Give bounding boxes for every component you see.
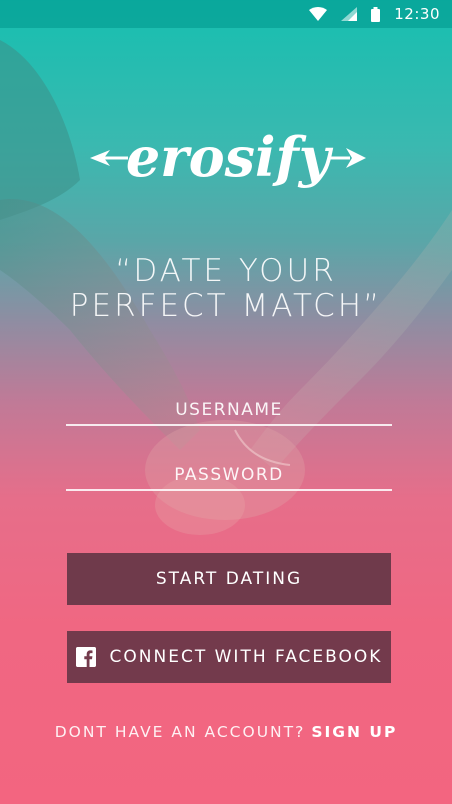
facebook-icon (75, 647, 96, 667)
battery-icon (371, 6, 381, 22)
start-dating-button[interactable]: START DATING (67, 553, 391, 605)
tagline-line-2: PERFECT MATCH” (69, 288, 383, 324)
erosify-logo: erosify (90, 125, 366, 189)
logo-wordmark: erosify (126, 125, 334, 189)
signal-icon (341, 7, 358, 21)
password-input[interactable] (66, 461, 392, 491)
start-dating-label: START DATING (155, 569, 303, 589)
connect-facebook-button[interactable]: CONNECT WITH FACEBOOK (67, 631, 391, 683)
signup-link[interactable]: SIGN UP (311, 723, 397, 741)
username-input[interactable] (66, 396, 392, 426)
signup-row: DONT HAVE AN ACCOUNT? SIGN UP (0, 723, 452, 741)
wifi-icon (309, 7, 328, 21)
tagline-line-1: “DATE YOUR (115, 253, 337, 289)
signup-prompt: DONT HAVE AN ACCOUNT? (54, 723, 306, 741)
status-bar: 12:30 (0, 0, 452, 28)
status-time: 12:30 (394, 5, 440, 23)
connect-facebook-label: CONNECT WITH FACEBOOK (109, 647, 383, 667)
login-screen: 12:30 erosify “DATE YOUR PERFECT MATCH” … (0, 0, 452, 804)
